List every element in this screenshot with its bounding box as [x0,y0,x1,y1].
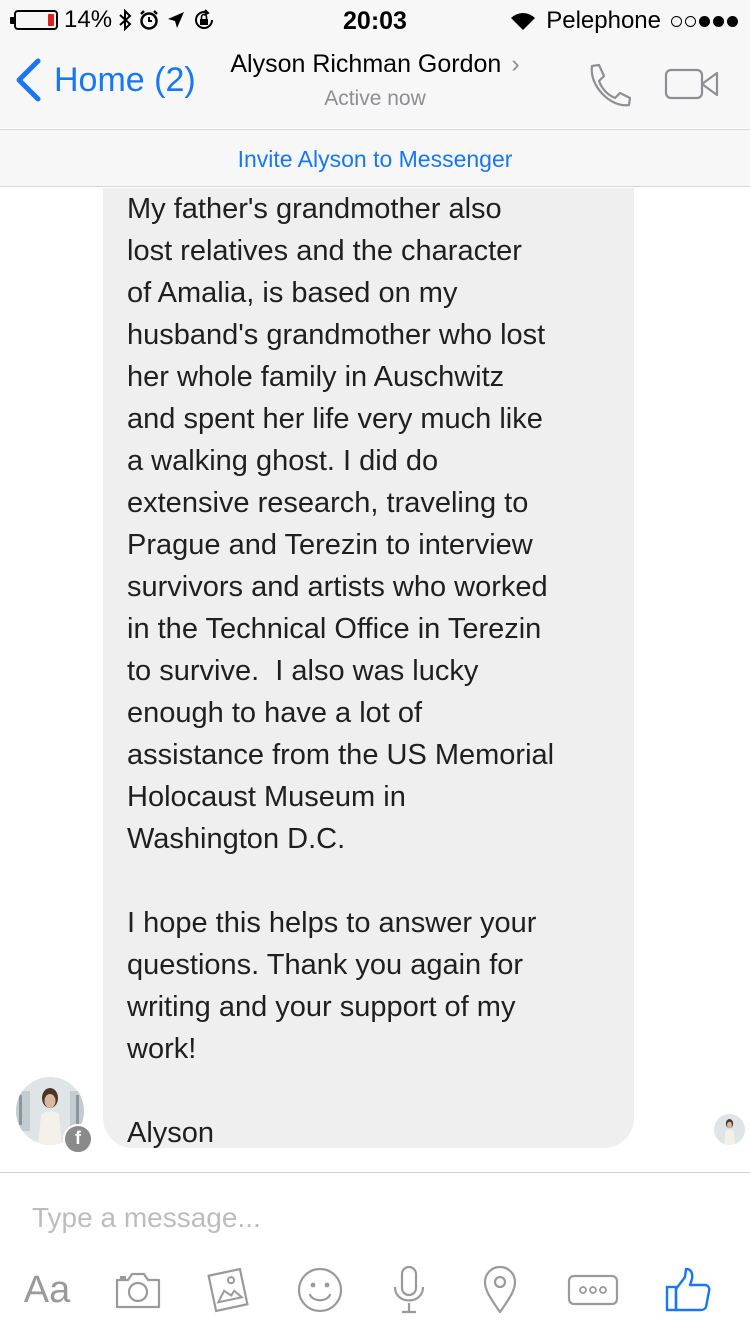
message-line: survivors and artists who worked [127,571,548,603]
contact-name-row: Alyson Richman Gordon › [210,50,540,79]
message-line: and spent her life very much like [127,403,543,435]
video-call-button[interactable] [664,68,720,100]
signal-dot [671,15,682,27]
message-input[interactable] [32,1195,712,1241]
contact-name: Alyson Richman Gordon [230,50,502,78]
message-line: I hope this helps to answer your [127,907,537,939]
video-camera-icon [664,68,719,100]
microphone-icon [393,1265,425,1314]
message-line: Alyson [127,1117,215,1148]
message-line: to survive. I also was lucky [127,655,479,687]
carrier-name: Pelephone [546,7,661,34]
message-line: lost relatives and the character [127,235,522,267]
message-line [127,1070,610,1112]
signal-dot [685,15,696,27]
like-button[interactable] [660,1264,716,1316]
text-format-label: Aa [23,1268,71,1311]
camera-button[interactable] [110,1264,166,1316]
message-line: in the Technical Office in Terezin [127,613,542,645]
location-pin-icon [483,1265,517,1314]
message-line: work! [127,1033,197,1065]
message-line: writing and your support of my [127,991,516,1023]
active-status: Active now [324,87,426,110]
read-receipt-photo [714,1114,745,1145]
message-line: her whole family in Auschwitz [127,361,505,393]
signal-dot [727,15,738,27]
message-bubble[interactable]: My father's grandmother also lost relativ… [103,188,634,1148]
message-line: questions. Thank you again for [127,949,524,981]
message-line: assistance from the US Memorial [127,739,555,771]
back-button[interactable]: Home (2) [14,58,196,102]
contact-info-button[interactable]: Alyson Richman Gordon › Active now [210,50,540,111]
status-right: Pelephone [510,7,738,35]
message-text: My father's grandmother also lost relativ… [127,188,610,1148]
voice-call-button[interactable] [583,62,633,108]
conversation-header: Home (2) Alyson Richman Gordon › Active n… [0,40,750,128]
message-thread[interactable]: My father's grandmother also lost relativ… [0,188,750,1172]
message-line: enough to have a lot of [127,697,423,729]
emoji-icon [297,1267,343,1313]
signal-dot [713,15,724,27]
signal-dot [699,15,710,27]
message-line [127,860,610,902]
facebook-badge-icon: f [63,1124,93,1154]
message-line: extensive research, traveling to [127,487,529,519]
voice-clip-button[interactable] [384,1264,434,1316]
back-chevron-icon [16,58,41,102]
photo-gallery-button[interactable] [200,1264,256,1316]
photo-gallery-icon [207,1267,249,1313]
message-line: husband's grandmother who lost [127,319,546,351]
invite-to-messenger-link[interactable]: Invite Alyson to Messenger [0,129,750,187]
back-label: Home (2) [54,60,196,99]
share-location-button[interactable] [475,1264,525,1316]
message-line: Holocaust Museum in [127,781,406,813]
emoji-button[interactable] [293,1264,347,1316]
thumbs-up-icon [665,1267,711,1312]
read-receipt-avatar [714,1114,745,1145]
camera-icon [115,1272,161,1309]
status-bar: 14% 20:03 Pelephone [0,0,750,40]
more-options-button[interactable] [565,1264,621,1316]
message-line: a walking ghost. I did do [127,445,439,477]
message-line: Washington D.C. [127,823,346,855]
message-line: of Amalia, is based on my [127,277,458,309]
text-format-button[interactable]: Aa [20,1264,74,1316]
message-line: My father's grandmother also [127,193,502,225]
wifi-icon [511,13,536,30]
message-line: Prague and Terezin to interview [127,529,533,561]
signal-strength-icon [671,15,738,27]
chevron-right-icon: › [511,50,520,78]
more-icon [567,1274,619,1306]
phone-icon [590,63,632,107]
